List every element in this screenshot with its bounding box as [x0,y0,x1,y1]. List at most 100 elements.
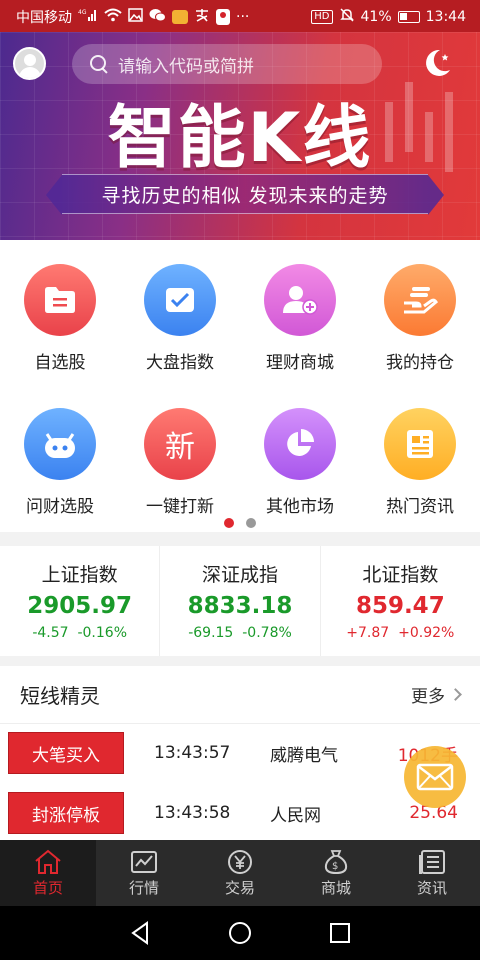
svg-text:$: $ [332,861,338,872]
home-icon [35,849,61,874]
news-icon [384,408,456,480]
index-change: +7.87 +0.92% [346,625,455,641]
index-card-beijing[interactable]: 北证指数 859.47 +7.87 +0.92% [321,546,480,656]
index-value: 2905.97 [27,593,133,619]
page-dot-1[interactable] [224,518,234,528]
more-label: 更多 [411,687,445,707]
index-value: 8833.18 [187,593,293,619]
menu-label: 理财商城 [266,353,334,373]
tab-label: 首页 [32,878,63,897]
menu-label: 问财选股 [26,497,94,517]
menu-label: 大盘指数 [146,353,214,373]
battery-fill [399,13,407,20]
money-bag-icon: $ [324,849,348,874]
banner-title: 智能K线 [107,99,373,178]
tab-label: 交易 [224,878,255,897]
tab-label: 行情 [128,878,159,897]
menu-item-hot-news[interactable]: 热门资讯 [360,408,480,517]
more-button[interactable]: 更多 [411,682,462,707]
wifi-icon [104,8,122,26]
banner[interactable]: 请输入代码或简拼 智能K线 寻找历史的相似 发现未来的走势 [0,32,480,240]
banner-subtitle: 寻找历史的相似 发现未来的走势 [46,174,444,215]
chevron-right-icon [449,688,462,701]
index-panel: 上证指数 2905.97 -4.57 -0.16% 深证成指 8833.18 -… [0,546,480,656]
avatar[interactable] [13,47,46,80]
menu-label: 其他市场 [266,497,334,517]
menu-label: 自选股 [34,353,86,373]
search-icon [90,55,108,73]
yuan-icon [228,849,252,874]
pay-icon [194,8,210,26]
signal-icon: 4G [78,8,98,26]
signal-tag: 大笔买入 [8,732,124,774]
menu-item-ipo-subscribe[interactable]: 新 一键打新 [120,408,240,517]
menu-item-wealth-mall[interactable]: 理财商城 [240,264,360,373]
index-card-shenzhen[interactable]: 深证成指 8833.18 -69.15 -0.78% [160,546,321,656]
new-badge-icon: 新 [144,408,216,480]
folder-icon [24,264,96,336]
page-indicator [0,518,480,528]
chart-check-icon [144,264,216,336]
news-list-icon [419,849,445,874]
hd-badge: HD [311,10,333,24]
menu-item-ai-stock-pick[interactable]: 问财选股 [0,408,120,517]
map-icon [216,9,230,25]
spirit-title: 短线精灵 [20,684,100,708]
wechat-icon [149,8,166,26]
tab-label: 资讯 [416,878,447,897]
index-name: 北证指数 [362,564,439,586]
status-bar: 中国移动 4G ··· HD 41% 13:44 [0,0,480,32]
back-icon[interactable] [129,921,151,945]
mute-icon [339,7,355,27]
signal-time: 13:43:57 [154,743,231,763]
tab-trade[interactable]: 交易 [192,840,288,906]
spirit-header: 短线精灵 更多 [0,666,480,724]
home-circle-icon[interactable] [228,921,252,945]
network-label: 4G [78,9,87,16]
signal-tag: 封涨停板 [8,792,124,834]
more-notifications: ··· [236,9,250,25]
index-change: -69.15 -0.78% [188,625,292,641]
clock: 13:44 [425,9,466,25]
tab-label: 商城 [320,878,351,897]
menu-item-other-markets[interactable]: 其他市场 [240,408,360,517]
bottom-tab-bar: 首页 行情 交易 $ 商城 资讯 [0,840,480,906]
user-add-icon [264,264,336,336]
page-dot-2[interactable] [246,518,256,528]
index-card-shanghai[interactable]: 上证指数 2905.97 -4.57 -0.16% [0,546,161,656]
pie-chart-icon [264,408,336,480]
signal-stock: 人民网 [270,805,321,826]
hand-coins-icon [384,264,456,336]
menu-item-watchlist[interactable]: 自选股 [0,264,120,373]
menu-label: 一键打新 [146,497,214,517]
system-navigation-bar [0,906,480,960]
battery-percent: 41% [360,9,392,25]
signal-time: 13:43:58 [154,803,231,823]
feature-menu: 自选股 大盘指数 理财商城 我的持仓 问财选股 新 一键打新 其他市场 热门资讯 [0,240,480,532]
image-icon [128,8,143,26]
signal-stock: 威腾电气 [270,745,338,766]
carrier-label: 中国移动 [16,10,72,26]
menu-item-my-holdings[interactable]: 我的持仓 [360,264,480,373]
index-name: 上证指数 [41,564,118,586]
screen: 中国移动 4G ··· HD 41% 13:44 请输入代码或简拼 智能K线 寻… [0,0,480,960]
market-chart-icon [131,850,157,873]
tab-market[interactable]: 行情 [96,840,192,906]
menu-label: 我的持仓 [386,353,454,373]
tab-mall[interactable]: $ 商城 [288,840,384,906]
new-badge-text: 新 [165,430,195,465]
robot-icon [24,408,96,480]
index-change: -4.57 -0.16% [32,625,127,641]
short-term-spirit-panel: 短线精灵 更多 大笔买入 13:43:57 威腾电气 1012手 封涨停板 13… [0,666,480,840]
battery-icon [397,11,420,23]
mail-icon [416,763,454,791]
tab-home[interactable]: 首页 [0,840,96,906]
menu-item-market-index[interactable]: 大盘指数 [120,264,240,373]
search-bar[interactable]: 请输入代码或简拼 [72,44,382,84]
tab-news[interactable]: 资讯 [384,840,480,906]
recents-icon[interactable] [329,922,351,944]
message-fab[interactable] [404,746,466,808]
night-mode-icon[interactable] [420,46,454,80]
menu-label: 热门资讯 [386,497,454,517]
index-name: 深证成指 [201,564,278,586]
